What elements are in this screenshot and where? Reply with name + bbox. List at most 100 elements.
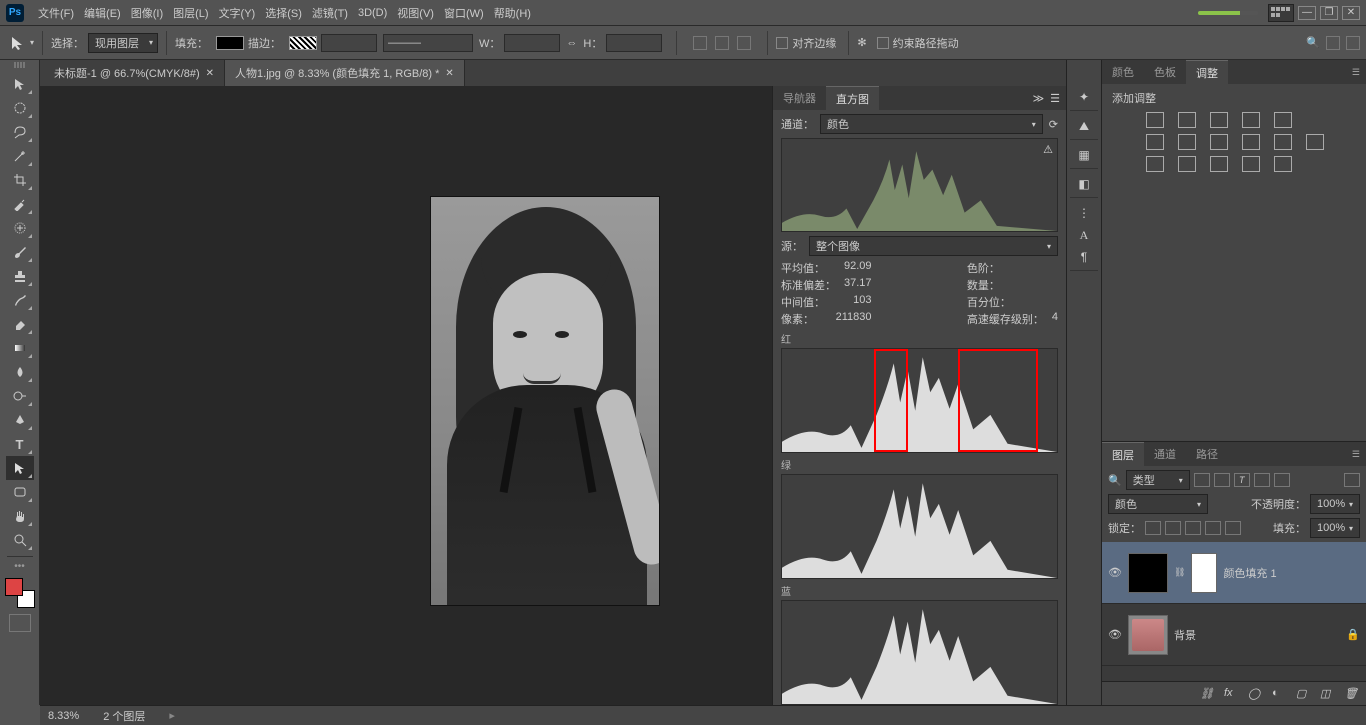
gear-icon[interactable]: ✻ <box>857 36 866 49</box>
adj-gradient-icon[interactable] <box>1242 156 1260 172</box>
close-icon[interactable]: ✕ <box>206 68 214 79</box>
menu-file[interactable]: 文件(F) <box>38 5 74 21</box>
path-select-tool[interactable] <box>6 456 34 480</box>
workspace-switcher-icon[interactable] <box>1268 4 1294 22</box>
channels-tab[interactable]: 通道 <box>1144 442 1186 466</box>
adj-curves-icon[interactable] <box>1210 112 1228 128</box>
dock-icon-6[interactable]: A <box>1075 226 1093 244</box>
filter-toggle-icon[interactable] <box>1344 473 1360 487</box>
close-icon[interactable]: ✕ <box>445 68 453 79</box>
menu-type[interactable]: 文字(Y) <box>219 5 256 21</box>
search-icon[interactable]: 🔍 <box>1108 474 1122 487</box>
stroke-style-field[interactable]: ——— <box>383 34 473 52</box>
fill-opacity-field[interactable]: 100% <box>1310 518 1360 538</box>
lock-trans-icon[interactable] <box>1145 521 1161 535</box>
delete-layer-icon[interactable]: 🗑 <box>1344 687 1358 701</box>
layer-name[interactable]: 背景 <box>1174 627 1196 643</box>
path-op3-icon[interactable] <box>737 36 751 50</box>
eraser-tool[interactable] <box>6 312 34 336</box>
path-op2-icon[interactable] <box>715 36 729 50</box>
brush-tool[interactable] <box>6 240 34 264</box>
align-edges-checkbox[interactable] <box>776 37 788 49</box>
view-mode-icon[interactable] <box>1326 36 1340 50</box>
opacity-field[interactable]: 100% <box>1310 494 1360 514</box>
link-icon[interactable]: ⇔ <box>566 37 577 49</box>
collapse-icon[interactable]: ≫ <box>1033 92 1045 105</box>
adj-hue-icon[interactable] <box>1146 134 1164 150</box>
maximize-button[interactable]: ❐ <box>1320 6 1338 20</box>
adj-lut-icon[interactable] <box>1306 134 1324 150</box>
panel-menu-icon[interactable]: ☰ <box>1050 92 1060 105</box>
paths-tab[interactable]: 路径 <box>1186 442 1228 466</box>
filter-adj-icon[interactable] <box>1214 473 1230 487</box>
constrain-checkbox[interactable] <box>877 37 889 49</box>
layer-item[interactable]: 👁 ⛓ 颜色填充 1 <box>1102 542 1366 604</box>
chevron-right-icon[interactable]: ▸ <box>169 709 175 722</box>
filter-kind-dropdown[interactable]: 类型 <box>1126 470 1190 490</box>
fill-swatch[interactable] <box>216 36 244 50</box>
dock-icon-1[interactable]: ✦ <box>1075 88 1093 106</box>
link-layers-icon[interactable]: ⛓ <box>1200 687 1214 701</box>
menu-help[interactable]: 帮助(H) <box>494 5 531 21</box>
crop-tool[interactable] <box>6 168 34 192</box>
lock-paint-icon[interactable] <box>1165 521 1181 535</box>
document-tab-1[interactable]: 未标题-1 @ 66.7%(CMYK/8#)✕ <box>44 60 225 86</box>
adj-invert-icon[interactable] <box>1146 156 1164 172</box>
layer-thumbnail[interactable] <box>1128 615 1168 655</box>
current-tool-icon[interactable] <box>6 31 30 55</box>
chevron-down-icon[interactable]: ▾ <box>30 38 34 47</box>
view-mode2-icon[interactable] <box>1346 36 1360 50</box>
dock-icon-2[interactable]: ⛰ <box>1075 117 1093 135</box>
menu-filter[interactable]: 滤镜(T) <box>312 5 348 21</box>
blur-tool[interactable] <box>6 360 34 384</box>
fx-icon[interactable]: fx <box>1224 687 1238 701</box>
move-tool[interactable] <box>6 72 34 96</box>
navigator-tab[interactable]: 导航器 <box>773 86 826 110</box>
height-field[interactable] <box>606 34 662 52</box>
history-brush-tool[interactable] <box>6 288 34 312</box>
menu-view[interactable]: 视图(V) <box>397 5 434 21</box>
adj-bw-icon[interactable] <box>1210 134 1228 150</box>
swatches-tab[interactable]: 色板 <box>1144 60 1186 84</box>
edit-toolbar-icon[interactable]: ••• <box>14 561 25 572</box>
document-tab-2[interactable]: 人物1.jpg @ 8.33% (颜色填充 1, RGB/8) *✕ <box>225 60 465 86</box>
mask-icon[interactable]: ◯ <box>1248 687 1262 701</box>
lock-pos-icon[interactable] <box>1185 521 1201 535</box>
new-layer-icon[interactable]: ◫ <box>1320 687 1334 701</box>
menu-3d[interactable]: 3D(D) <box>358 7 387 19</box>
filter-pixel-icon[interactable] <box>1194 473 1210 487</box>
heal-tool[interactable] <box>6 216 34 240</box>
pen-tool[interactable] <box>6 408 34 432</box>
adj-threshold-icon[interactable] <box>1210 156 1228 172</box>
adj-vibrance-icon[interactable] <box>1274 112 1292 128</box>
toolbox-grip[interactable] <box>5 62 35 70</box>
lock-nest-icon[interactable] <box>1205 521 1221 535</box>
filter-shape-icon[interactable] <box>1254 473 1270 487</box>
visibility-icon[interactable]: 👁 <box>1108 628 1122 642</box>
menu-window[interactable]: 窗口(W) <box>444 5 484 21</box>
path-op1-icon[interactable] <box>693 36 707 50</box>
minimize-button[interactable]: — <box>1298 6 1316 20</box>
zoom-tool[interactable] <box>6 528 34 552</box>
filter-type-icon[interactable]: T <box>1234 473 1250 487</box>
refresh-icon[interactable]: ⟳ <box>1049 118 1058 131</box>
dock-icon-3[interactable]: ▦ <box>1075 146 1093 164</box>
source-dropdown[interactable]: 整个图像 <box>809 236 1058 256</box>
adj-balance-icon[interactable] <box>1178 134 1196 150</box>
panel-menu-icon[interactable]: ☰ <box>1352 449 1366 460</box>
adj-selective-icon[interactable] <box>1274 156 1292 172</box>
color-picker[interactable] <box>5 578 35 608</box>
marquee-tool[interactable] <box>6 96 34 120</box>
stamp-tool[interactable] <box>6 264 34 288</box>
layer-name[interactable]: 颜色填充 1 <box>1223 565 1276 581</box>
dock-icon-5[interactable]: ⋮ <box>1075 204 1093 222</box>
rectangle-tool[interactable] <box>6 480 34 504</box>
blend-mode-dropdown[interactable]: 颜色 <box>1108 494 1208 514</box>
dock-icon-7[interactable]: ¶ <box>1075 248 1093 266</box>
menu-image[interactable]: 图像(I) <box>131 5 163 21</box>
dock-icon-4[interactable]: ◧ <box>1075 175 1093 193</box>
mask-link-icon[interactable]: ⛓ <box>1174 567 1185 578</box>
menu-layer[interactable]: 图层(L) <box>173 5 208 21</box>
adjustment-layer-icon[interactable]: ◐ <box>1272 687 1286 701</box>
width-field[interactable] <box>504 34 560 52</box>
